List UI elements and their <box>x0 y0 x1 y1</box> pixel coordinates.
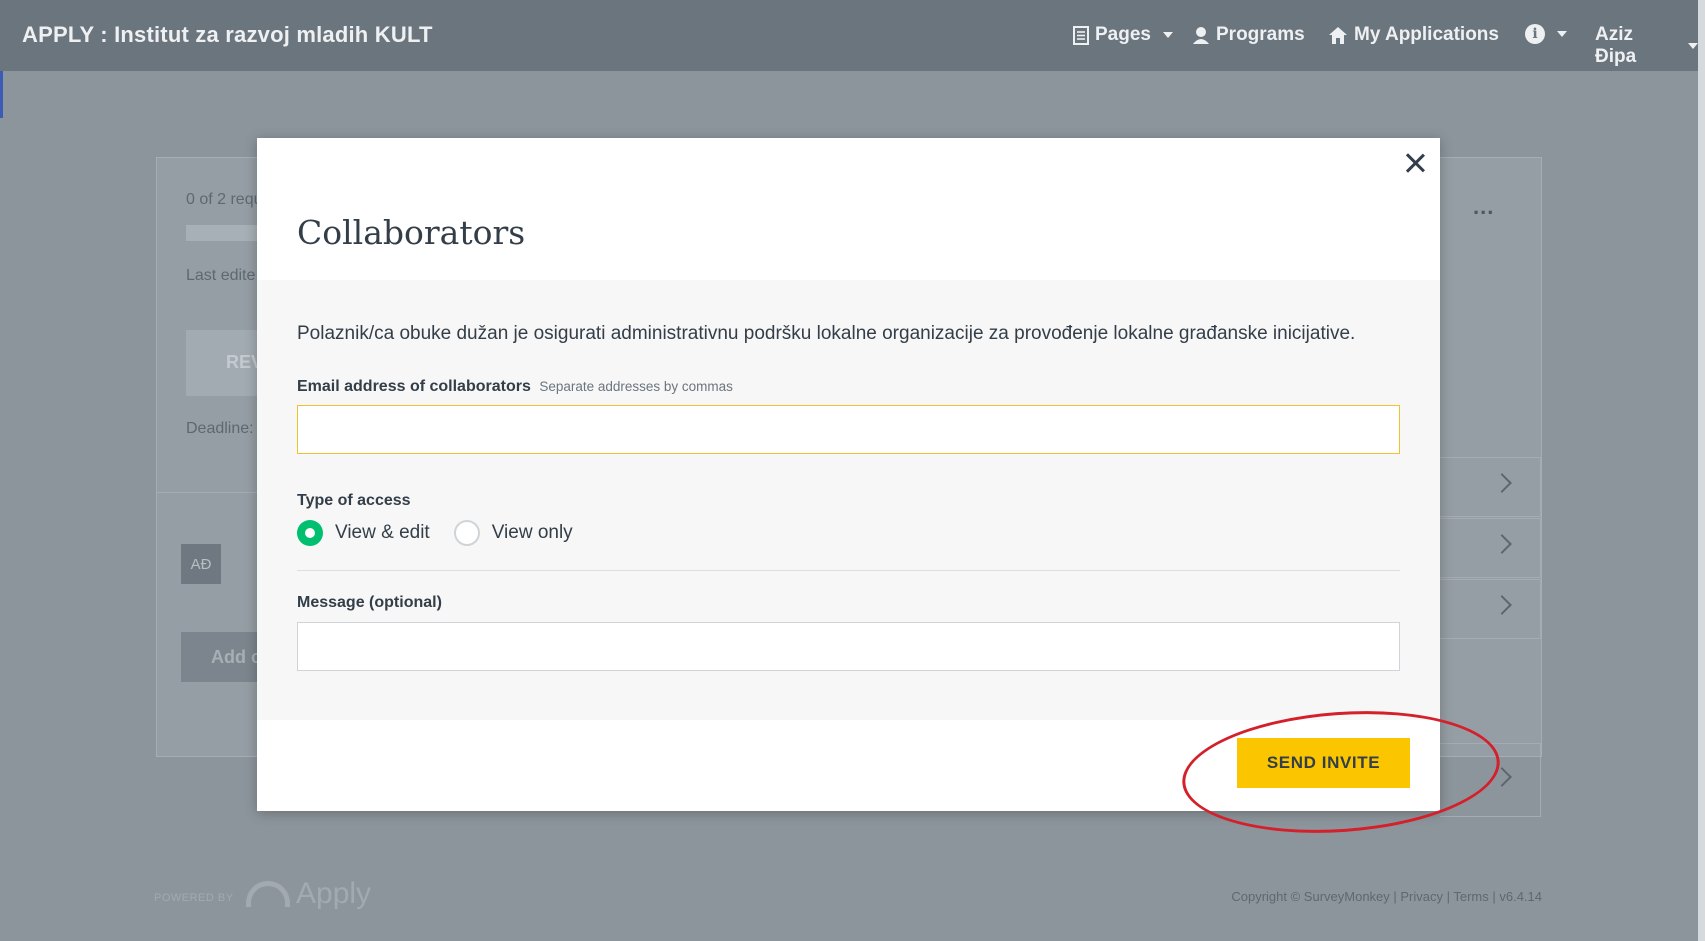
apply-logo-icon <box>246 881 290 907</box>
user-icon <box>1193 26 1209 44</box>
chevron-right-icon <box>1492 534 1512 554</box>
radio-view-edit-label: View & edit <box>335 522 430 543</box>
user-name: Aziz Đipa <box>1595 24 1637 67</box>
nav-pages[interactable]: Pages <box>1073 24 1173 46</box>
requirements-progress-text: 0 of 2 requ <box>186 191 263 208</box>
scrollbar[interactable] <box>1698 0 1705 941</box>
collaborators-modal: Collaborators Polaznik/ca obuke dužan je… <box>257 138 1440 811</box>
chevron-right-icon <box>1492 767 1512 787</box>
chevron-right-icon <box>1492 595 1512 615</box>
radio-view-only[interactable]: View only <box>453 520 573 546</box>
radio-view-only-label: View only <box>491 522 573 543</box>
more-icon[interactable]: ... <box>1473 194 1494 220</box>
add-button-label: Add c <box>211 647 262 667</box>
list-item[interactable] <box>1440 743 1541 817</box>
radio-view-edit[interactable]: View & edit <box>297 520 430 546</box>
document-icon <box>1073 25 1089 45</box>
caret-down-icon <box>1162 32 1173 38</box>
message-label: Message (optional) <box>297 594 442 611</box>
chevron-right-icon <box>1492 473 1512 493</box>
powered-by-label: POWERED BY <box>154 892 234 904</box>
top-navbar: APPLY : Institut za razvoj mladih KULT P… <box>0 0 1698 71</box>
caret-down-icon <box>1557 31 1567 37</box>
nav-info[interactable]: i <box>1525 24 1567 44</box>
add-collaborator-button[interactable]: Add c <box>181 632 261 682</box>
last-edited-text: Last edite <box>186 267 256 284</box>
brand-title[interactable]: APPLY : Institut za razvoj mladih KULT <box>22 22 433 48</box>
email-label: Email address of collaborators Separate … <box>297 378 733 396</box>
radio-unchecked-icon[interactable] <box>453 520 480 546</box>
home-icon <box>1329 26 1347 44</box>
apply-logo[interactable]: Apply <box>246 877 371 911</box>
message-field[interactable] <box>297 622 1400 671</box>
list-item[interactable] <box>1440 579 1541 639</box>
access-type-group: View & edit View only <box>297 520 597 546</box>
access-type-label: Type of access <box>297 492 411 509</box>
card-divider <box>157 492 257 493</box>
radio-checked-icon[interactable] <box>297 520 323 546</box>
email-label-text: Email address of collaborators <box>297 378 531 395</box>
deadline-text: Deadline: <box>186 420 254 437</box>
list-item[interactable] <box>1440 518 1541 578</box>
left-accent <box>0 71 3 118</box>
close-icon[interactable] <box>1402 150 1428 176</box>
footer-copyright[interactable]: Copyright © SurveyMonkey | Privacy | Ter… <box>1231 889 1542 904</box>
nav-programs-label: Programs <box>1216 24 1305 45</box>
nav-my-applications[interactable]: My Applications <box>1328 24 1499 46</box>
caret-down-icon <box>1688 43 1698 49</box>
progress-bar <box>186 225 266 241</box>
review-button[interactable]: REV <box>186 330 266 396</box>
info-icon: i <box>1525 24 1545 44</box>
nav-pages-label: Pages <box>1095 24 1151 45</box>
send-invite-button[interactable]: SEND INVITE <box>1237 738 1410 788</box>
nav-programs[interactable]: Programs <box>1192 24 1305 46</box>
apply-logo-text: Apply <box>296 877 372 910</box>
list-item[interactable] <box>1440 457 1541 517</box>
modal-body: Polaznik/ca obuke dužan je osigurati adm… <box>257 280 1440 720</box>
intro-text: Polaznik/ca obuke dužan je osigurati adm… <box>297 323 1356 344</box>
avatar: AĐ <box>181 544 221 584</box>
email-field[interactable] <box>297 405 1400 454</box>
section-divider <box>297 570 1400 571</box>
modal-title: Collaborators <box>297 213 526 253</box>
modal-header: Collaborators <box>257 138 1440 280</box>
nav-user-menu[interactable]: Aziz Đipa <box>1595 24 1698 68</box>
email-hint: Separate addresses by commas <box>539 379 733 394</box>
nav-my-applications-label: My Applications <box>1354 24 1499 45</box>
